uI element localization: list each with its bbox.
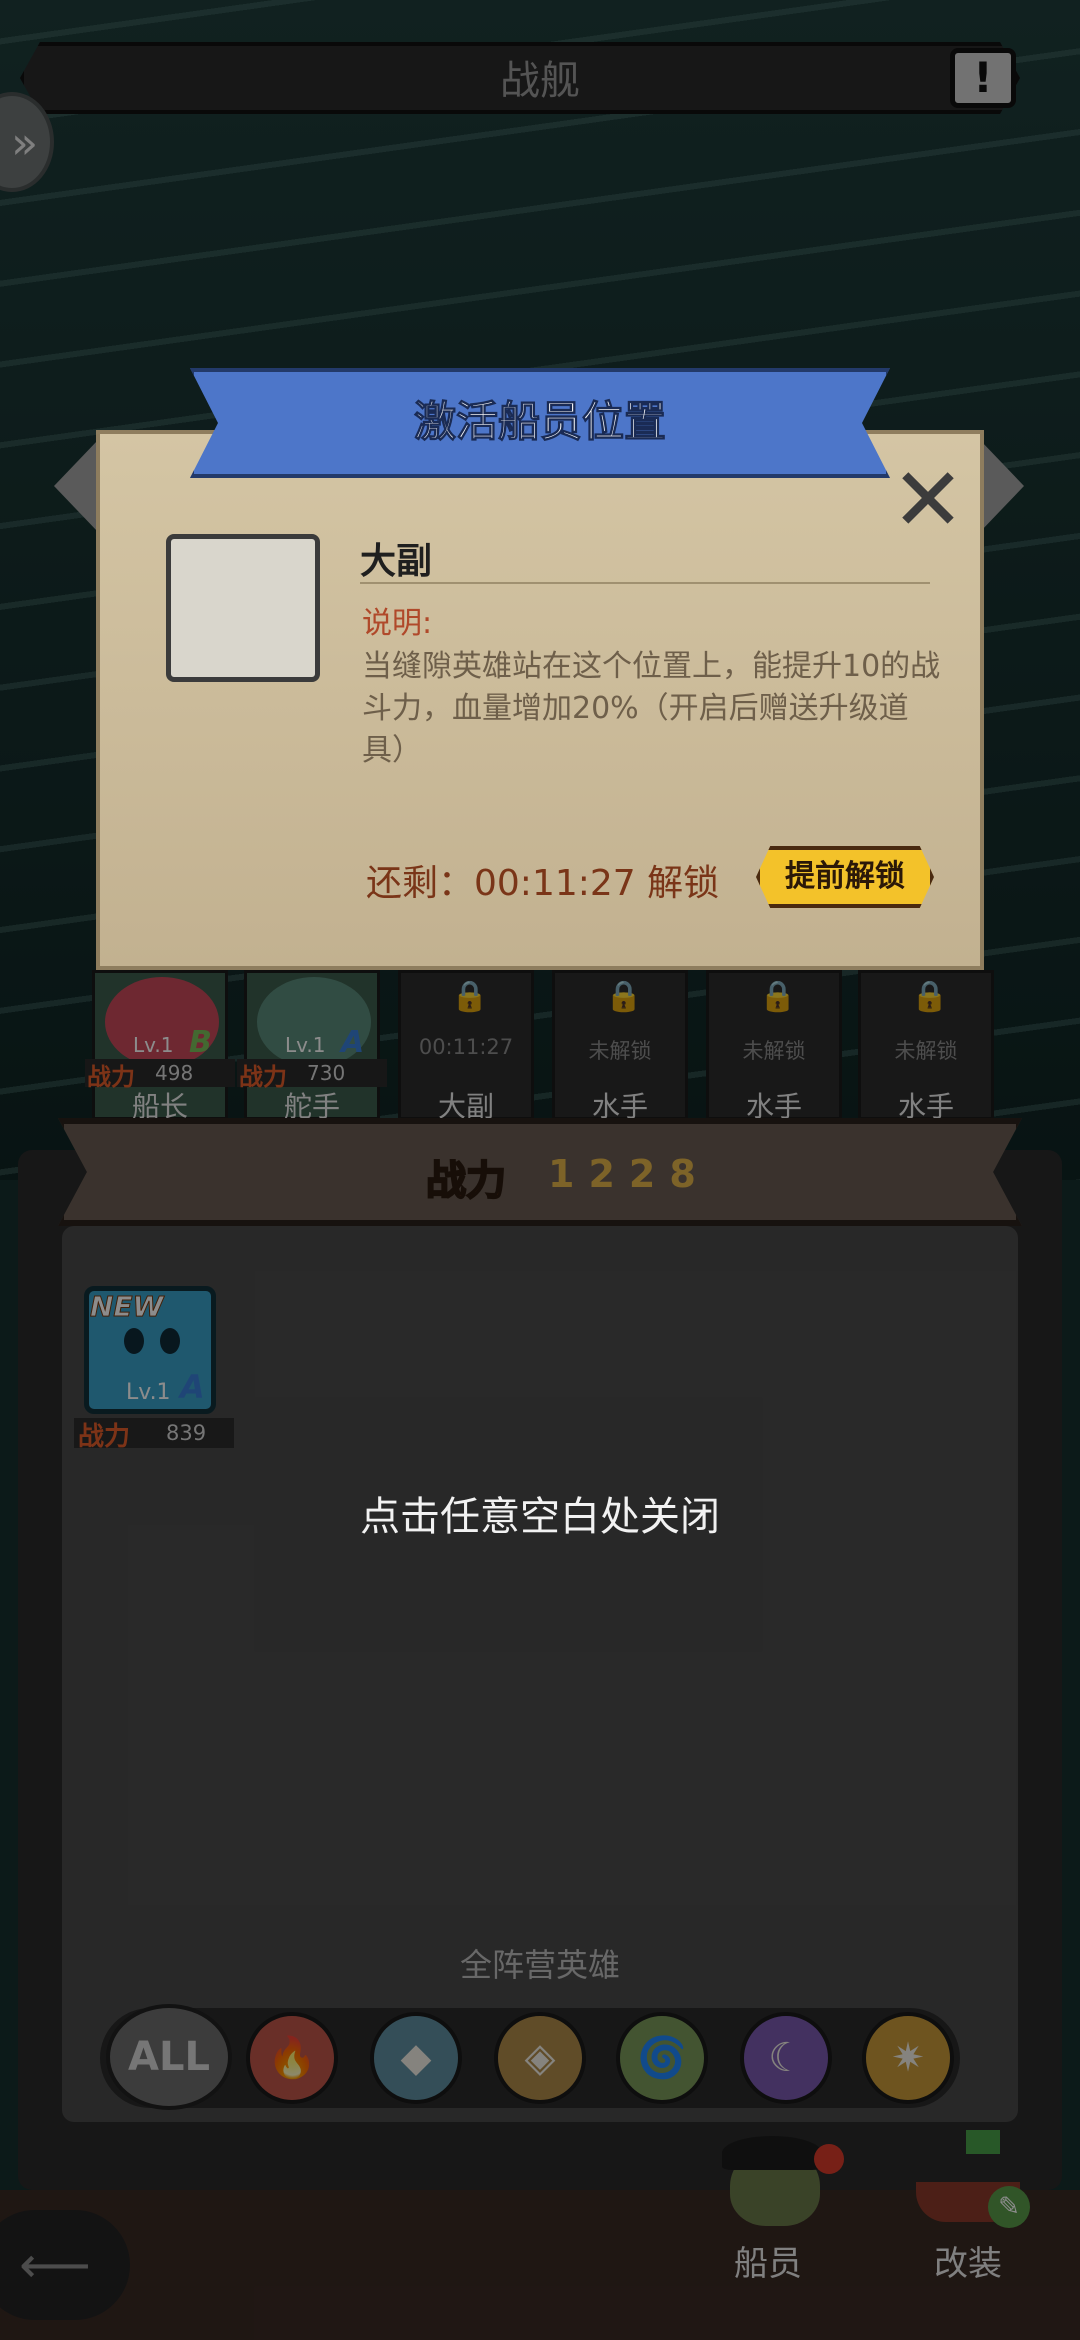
dialog-title: 激活船员位置 <box>413 397 666 447</box>
description-label: 说明: <box>362 606 433 641</box>
prev-arrow-icon[interactable] <box>54 440 98 532</box>
early-unlock-button[interactable]: 提前解锁 <box>756 846 934 908</box>
divider <box>360 582 930 584</box>
close-icon[interactable]: ✕ <box>890 456 966 544</box>
item-slot <box>166 534 320 682</box>
modal-overlay[interactable] <box>0 0 1080 2340</box>
close-hint: 点击任意空白处关闭 <box>360 1494 720 1540</box>
next-arrow-icon[interactable] <box>980 440 1024 532</box>
position-name: 大副 <box>360 541 433 582</box>
description-text: 当缝隙英雄站在这个位置上，能提升10的战斗力，血量增加20%（开启后赠送升级道具… <box>362 649 941 768</box>
unlock-timer: 还剩：00:11:27 解锁 <box>366 863 720 904</box>
